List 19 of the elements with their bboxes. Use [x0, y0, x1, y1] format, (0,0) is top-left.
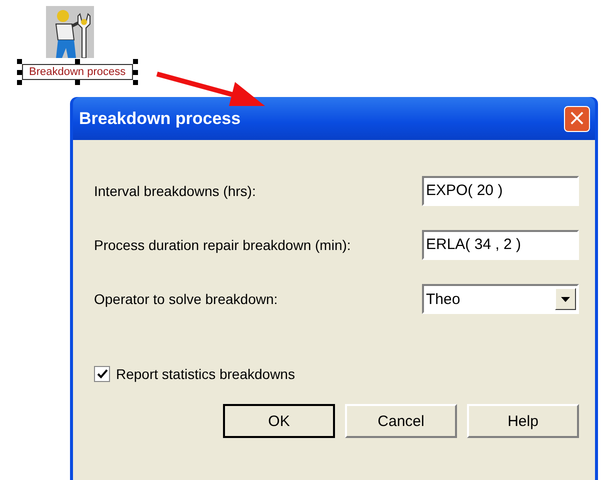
field-label: Interval breakdowns (hrs):: [94, 183, 256, 199]
field-label: Operator to solve breakdown:: [94, 291, 278, 307]
selection-handle[interactable]: [75, 80, 80, 85]
dialog-button[interactable]: OK: [223, 404, 335, 438]
selection-handle[interactable]: [75, 59, 80, 64]
dialog-button[interactable]: Help: [467, 404, 579, 438]
selection-handle[interactable]: [132, 59, 138, 64]
window-title: Breakdown process: [79, 108, 241, 128]
dialog-button[interactable]: Cancel: [345, 404, 457, 438]
checkbox[interactable]: [94, 366, 110, 382]
field-label: Process duration repair breakdown (min):: [94, 237, 351, 253]
dropdown-field[interactable]: Theo: [422, 284, 579, 314]
mechanic-icon[interactable]: [46, 6, 94, 58]
input-field[interactable]: ERLA( 34 , 2 ): [422, 230, 579, 260]
input-field[interactable]: EXPO( 20 ): [422, 176, 579, 206]
selection-handle[interactable]: [17, 59, 22, 64]
close-button[interactable]: ×: [564, 106, 590, 132]
block-label[interactable]: Breakdown process: [22, 64, 133, 80]
checkbox-label: Report statistics breakdowns: [116, 366, 295, 382]
